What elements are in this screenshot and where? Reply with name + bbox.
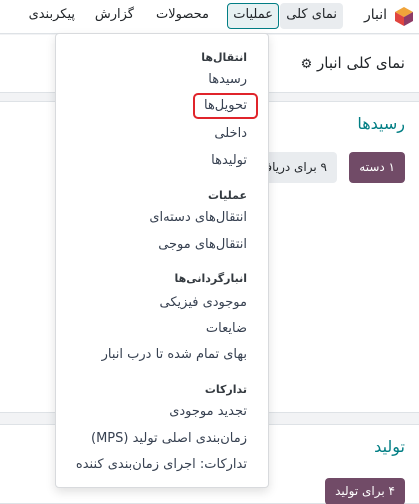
app-name[interactable]: انبار [364, 7, 387, 23]
menu-item-master-production-schedule[interactable]: زمان‌بندی اصلی تولید (MPS) [91, 431, 247, 446]
section-header-procurement: تدارکات [204, 383, 247, 396]
operations-dropdown-menu: انتقال‌ها رسیدها تحویل‌ها داخلی تولیدها … [55, 33, 269, 488]
menu-overview[interactable]: نمای کلی [280, 3, 343, 29]
to-receive-button[interactable]: ۹ برای دریافت [257, 152, 337, 183]
receipts-card-title[interactable]: رسیدها [357, 114, 405, 133]
menu-item-replenishment[interactable]: تجدید موجودی [169, 404, 247, 419]
batch-button[interactable]: ۱ دسته [349, 152, 405, 183]
menu-item-internal[interactable]: داخلی [214, 126, 247, 141]
section-header-transfers: انتقال‌ها [201, 51, 247, 64]
to-produce-button[interactable]: ۴ برای تولید [325, 478, 405, 504]
inventory-app-icon[interactable] [393, 5, 415, 27]
menu-item-batch-transfers[interactable]: انتقال‌های دسته‌ای [149, 210, 247, 225]
top-navbar: انبار نمای کلی عملیات محصولات گزارش پیکر… [0, 0, 419, 34]
menu-item-manufacturings[interactable]: تولیدها [211, 153, 247, 168]
menu-item-deliveries[interactable]: تحویل‌ها [192, 93, 258, 119]
menu-item-physical-inventory[interactable]: موجودی فیزیکی [160, 295, 247, 310]
menu-operations[interactable]: عملیات [227, 3, 279, 29]
menu-configuration[interactable]: پیکربندی [23, 3, 81, 29]
page-title: نمای کلی انبار ⚙ [295, 54, 405, 72]
menu-item-scrap[interactable]: ضایعات [206, 321, 247, 336]
menu-products[interactable]: محصولات [150, 3, 215, 29]
section-header-adjustments: انبارگردانی‌ها [174, 272, 247, 285]
menu-reports[interactable]: گزارش [89, 3, 140, 29]
page-title-text: نمای کلی انبار [317, 54, 405, 72]
menu-item-landed-costs[interactable]: بهای تمام شده تا درب انبار [102, 347, 247, 362]
menu-item-wave-transfers[interactable]: انتقال‌های موجی [158, 237, 247, 252]
production-card-title[interactable]: تولید [374, 437, 405, 456]
menu-item-receipts[interactable]: رسیدها [208, 72, 247, 87]
gear-icon[interactable]: ⚙ [301, 57, 313, 72]
section-header-operations: عملیات [207, 189, 247, 202]
menu-item-run-scheduler[interactable]: تدارکات: اجرای زمان‌بندی کننده [76, 457, 247, 472]
